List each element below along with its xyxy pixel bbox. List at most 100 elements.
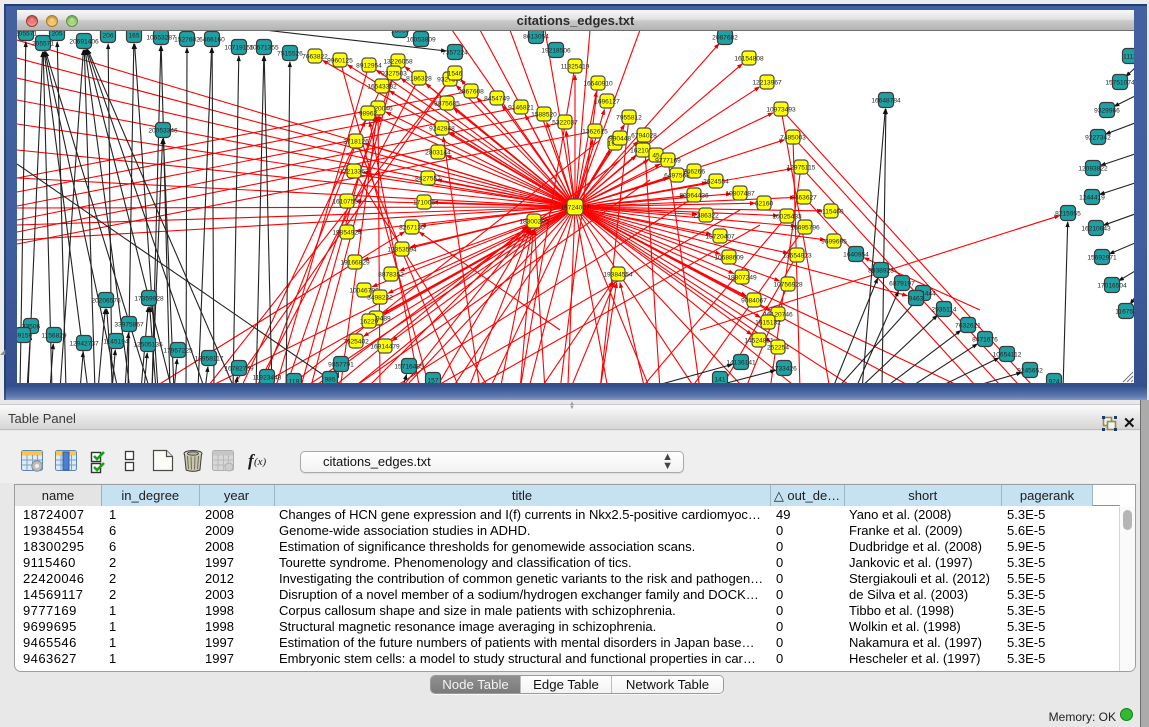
svg-text:8471676: 8471676: [972, 336, 998, 343]
svg-text:3875685: 3875685: [434, 100, 460, 107]
svg-text:17957225: 17957225: [163, 347, 193, 354]
svg-text:1112: 1112: [1123, 53, 1134, 60]
svg-text:16053809: 16053809: [406, 36, 436, 43]
svg-text:10653287: 10653287: [146, 34, 176, 41]
svg-text:8454749: 8454749: [484, 95, 510, 102]
svg-text:205: 205: [51, 31, 62, 37]
svg-text:12213967: 12213967: [752, 79, 782, 86]
svg-text:2718126: 2718126: [343, 138, 369, 145]
svg-text:3624554: 3624554: [703, 178, 729, 185]
svg-text:12942737: 12942737: [69, 340, 99, 347]
svg-text:1615132: 1615132: [755, 319, 781, 326]
svg-text:7632621: 7632621: [955, 322, 981, 329]
svg-text:1733426: 1733426: [771, 365, 797, 372]
svg-text:12975115: 12975115: [787, 164, 816, 171]
svg-text:1546: 1546: [448, 70, 463, 77]
svg-text:10958117: 10958117: [195, 355, 224, 362]
svg-text:16914479: 16914479: [370, 343, 400, 350]
svg-text:3498222: 3498222: [367, 294, 393, 301]
svg-text:9777169: 9777169: [655, 157, 681, 164]
svg-text:8427552: 8427552: [415, 175, 441, 182]
svg-text:98962: 98962: [359, 110, 378, 117]
svg-text:205571: 205571: [17, 31, 37, 37]
svg-text:10654112: 10654112: [993, 351, 1022, 358]
svg-text:10973493: 10973493: [766, 106, 796, 113]
svg-text:171006: 171006: [413, 199, 435, 206]
svg-text:1527602: 1527602: [174, 36, 200, 43]
svg-text:8267130: 8267130: [399, 224, 425, 231]
svg-text:20053346: 20053346: [148, 127, 178, 134]
svg-text:9857791: 9857791: [328, 361, 354, 368]
svg-text:18724007: 18724007: [560, 204, 590, 211]
svg-text:8613054: 8613054: [523, 33, 549, 40]
svg-text:10671355: 10671355: [249, 44, 279, 51]
svg-text:12213363: 12213363: [339, 168, 369, 175]
svg-text:16782759: 16782759: [224, 365, 254, 372]
svg-text:206: 206: [102, 32, 113, 39]
svg-text:15692971: 15692971: [1087, 254, 1117, 261]
svg-text:19218506: 19218506: [541, 47, 571, 54]
svg-text:9463: 9463: [909, 295, 924, 302]
svg-text:2935114: 2935114: [931, 306, 957, 313]
svg-text:7663822: 7663822: [302, 53, 328, 60]
svg-text:165: 165: [128, 32, 139, 39]
svg-text:1640954: 1640954: [843, 251, 869, 258]
svg-text:11923448: 11923448: [253, 374, 282, 381]
svg-text:16495796: 16495796: [790, 224, 820, 231]
svg-text:9115460: 9115460: [818, 208, 844, 215]
svg-text:10756928: 10756928: [773, 281, 803, 288]
svg-text:252254: 252254: [767, 344, 789, 351]
svg-text:17016504: 17016504: [1097, 282, 1127, 289]
svg-text:1156829: 1156829: [41, 332, 67, 339]
svg-text:15716485: 15716485: [394, 363, 424, 370]
svg-text:116753: 116753: [1115, 308, 1134, 315]
svg-text:14524851: 14524851: [744, 337, 774, 344]
svg-text:7625402: 7625402: [343, 338, 369, 345]
svg-text:9699695: 9699695: [821, 238, 847, 245]
svg-text:8878352: 8878352: [378, 271, 404, 278]
svg-text:19854924: 19854924: [332, 229, 362, 236]
svg-text:9084067: 9084067: [741, 297, 767, 304]
svg-text:13226058: 13226058: [383, 58, 413, 65]
svg-text:20691406: 20691406: [69, 38, 99, 45]
svg-text:16107553: 16107553: [332, 198, 362, 205]
svg-text:18807249: 18807249: [727, 274, 757, 281]
svg-text:9463627: 9463627: [791, 194, 817, 201]
svg-text:16229: 16229: [360, 318, 379, 325]
svg-text:12353594: 12353594: [387, 246, 417, 253]
svg-text:7955812: 7955812: [616, 114, 642, 121]
svg-text:15720407: 15720407: [705, 233, 735, 240]
svg-text:9960125: 9960125: [327, 57, 353, 64]
svg-text:6497568: 6497568: [664, 172, 690, 179]
svg-text:16648784: 16648784: [871, 97, 901, 104]
svg-text:157: 157: [427, 377, 438, 383]
svg-text:2867608: 2867608: [458, 88, 484, 95]
svg-text:12093822: 12093822: [1078, 165, 1108, 172]
svg-text:14136141: 14136141: [726, 359, 756, 366]
svg-text:19166829: 19166829: [340, 259, 370, 266]
svg-text:10807487: 10807487: [725, 190, 755, 197]
svg-text:5322037: 5322037: [552, 119, 578, 126]
svg-text:16640910: 16640910: [583, 80, 613, 87]
svg-text:7386322: 7386322: [693, 212, 719, 219]
svg-text:119: 119: [289, 378, 300, 383]
svg-text:8215955: 8215955: [1055, 210, 1081, 217]
svg-text:141: 141: [714, 376, 725, 383]
svg-text:39159: 39159: [17, 332, 32, 339]
svg-text:1362615: 1362615: [582, 128, 608, 135]
svg-text:16154808: 16154808: [734, 55, 764, 62]
svg-text:16053: 16053: [391, 31, 410, 34]
svg-text:16210643: 16210643: [1081, 225, 1111, 232]
svg-text:9245652: 9245652: [1017, 367, 1043, 374]
svg-text:20364436: 20364436: [679, 192, 709, 199]
svg-text:1588520: 1588520: [531, 111, 557, 118]
svg-text:9227342: 9227342: [1085, 134, 1111, 141]
svg-text:62160: 62160: [755, 200, 774, 207]
svg-text:9242848: 9242848: [429, 125, 455, 132]
svg-text:13654923: 13654923: [782, 252, 812, 259]
svg-text:2087682: 2087682: [712, 34, 738, 41]
svg-text:8938923: 8938923: [868, 267, 894, 274]
svg-text:9146821: 9146821: [508, 104, 534, 111]
svg-text:9327503: 9327503: [381, 70, 407, 77]
svg-text:10688609: 10688609: [714, 254, 744, 261]
